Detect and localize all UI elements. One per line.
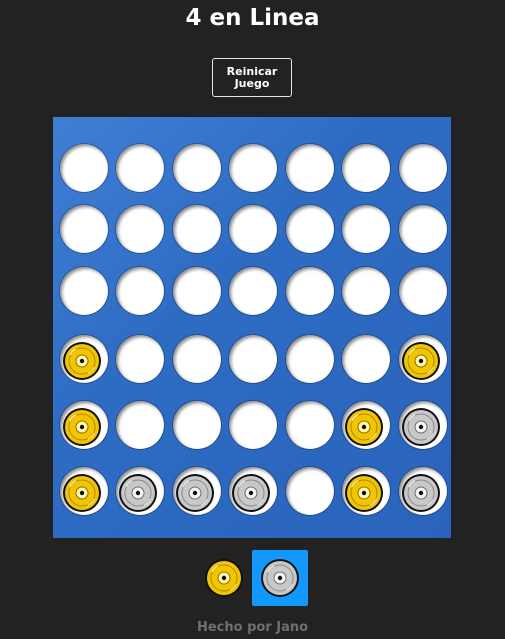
reset-game-button[interactable]: Reinicar Juego: [212, 58, 292, 97]
yellow-disc-slot[interactable]: [342, 467, 390, 515]
yellow-disc-slot[interactable]: [60, 401, 108, 449]
empty-slot[interactable]: [342, 205, 390, 253]
turn-silver-player: [252, 550, 308, 606]
turn-yellow-player: [196, 550, 252, 606]
empty-slot[interactable]: [399, 144, 447, 192]
silver-disc-icon: [261, 559, 299, 597]
empty-slot[interactable]: [173, 401, 221, 449]
yellow-disc-icon: [345, 474, 383, 512]
empty-slot[interactable]: [173, 144, 221, 192]
empty-slot[interactable]: [229, 205, 277, 253]
yellow-disc-icon: [345, 408, 383, 446]
yellow-disc-icon: [63, 342, 101, 380]
empty-slot[interactable]: [60, 267, 108, 315]
silver-disc-slot[interactable]: [116, 467, 164, 515]
yellow-disc-icon: [205, 559, 243, 597]
empty-slot[interactable]: [173, 267, 221, 315]
empty-slot[interactable]: [229, 267, 277, 315]
yellow-disc-slot[interactable]: [60, 335, 108, 383]
yellow-disc-slot[interactable]: [60, 467, 108, 515]
silver-disc-slot[interactable]: [399, 467, 447, 515]
empty-slot[interactable]: [286, 467, 334, 515]
empty-slot[interactable]: [173, 335, 221, 383]
turn-indicator: [0, 550, 505, 606]
empty-slot[interactable]: [286, 401, 334, 449]
game-title: 4 en Linea: [185, 5, 320, 31]
empty-slot[interactable]: [116, 401, 164, 449]
silver-disc-slot[interactable]: [399, 401, 447, 449]
empty-slot[interactable]: [60, 144, 108, 192]
yellow-disc-icon: [63, 474, 101, 512]
silver-disc-icon: [232, 474, 270, 512]
silver-disc-icon: [402, 408, 440, 446]
empty-slot[interactable]: [116, 144, 164, 192]
silver-disc-icon: [119, 474, 157, 512]
empty-slot[interactable]: [286, 205, 334, 253]
empty-slot[interactable]: [116, 267, 164, 315]
empty-slot[interactable]: [116, 335, 164, 383]
empty-slot[interactable]: [229, 144, 277, 192]
empty-slot[interactable]: [399, 267, 447, 315]
empty-slot[interactable]: [116, 205, 164, 253]
footer-credit: Hecho por Jano: [196, 620, 309, 635]
empty-slot[interactable]: [286, 144, 334, 192]
empty-slot[interactable]: [342, 144, 390, 192]
silver-disc-slot[interactable]: [173, 467, 221, 515]
yellow-disc-slot[interactable]: [399, 335, 447, 383]
silver-disc-slot[interactable]: [229, 467, 277, 515]
yellow-disc-icon: [402, 342, 440, 380]
game-board: [53, 117, 451, 538]
yellow-disc-slot[interactable]: [342, 401, 390, 449]
empty-slot[interactable]: [342, 335, 390, 383]
silver-disc-icon: [402, 474, 440, 512]
empty-slot[interactable]: [286, 335, 334, 383]
empty-slot[interactable]: [342, 267, 390, 315]
empty-slot[interactable]: [286, 267, 334, 315]
empty-slot[interactable]: [60, 205, 108, 253]
empty-slot[interactable]: [229, 401, 277, 449]
empty-slot[interactable]: [229, 335, 277, 383]
empty-slot[interactable]: [173, 205, 221, 253]
silver-disc-icon: [176, 474, 214, 512]
yellow-disc-icon: [63, 408, 101, 446]
empty-slot[interactable]: [399, 205, 447, 253]
